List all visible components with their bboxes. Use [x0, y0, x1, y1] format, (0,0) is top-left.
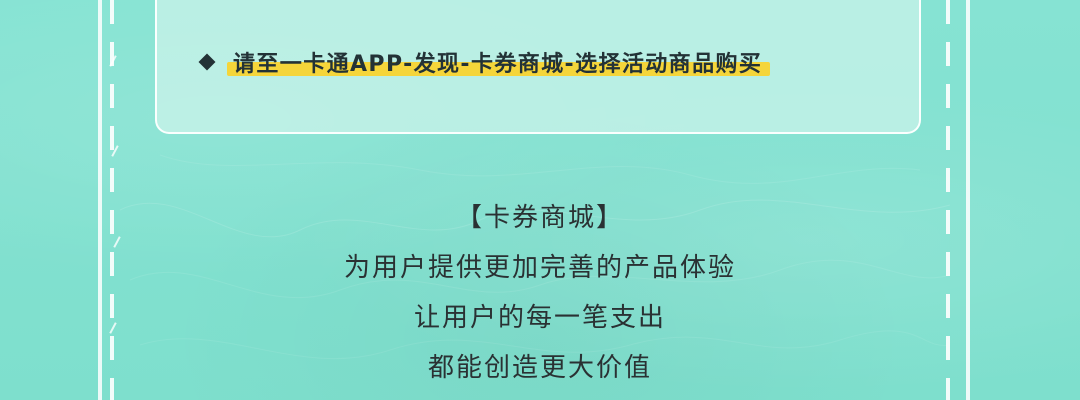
- description-block: 【卡券商城】 为用户提供更加完善的产品体验 让用户的每一笔支出 都能创造更大价值: [0, 193, 1080, 393]
- diamond-bullet-icon: [198, 53, 216, 71]
- description-line: 让用户的每一笔支出: [413, 303, 666, 333]
- notice-row: 请至一卡通APP-发现-卡券商城-选择活动商品购买: [197, 42, 771, 82]
- description-title: 【卡券商城】: [455, 203, 624, 233]
- notice-text-wrap: 请至一卡通APP-发现-卡券商城-选择活动商品购买: [227, 46, 771, 78]
- promo-page: 请至一卡通APP-发现-卡券商城-选择活动商品购买 【卡券商城】 为用户提供更加…: [0, 0, 1080, 400]
- description-line: 为用户提供更加完善的产品体验: [343, 253, 736, 283]
- description-line: 都能创造更大价值: [427, 353, 652, 383]
- notice-text: 请至一卡通APP-发现-卡券商城-选择活动商品购买: [233, 52, 763, 77]
